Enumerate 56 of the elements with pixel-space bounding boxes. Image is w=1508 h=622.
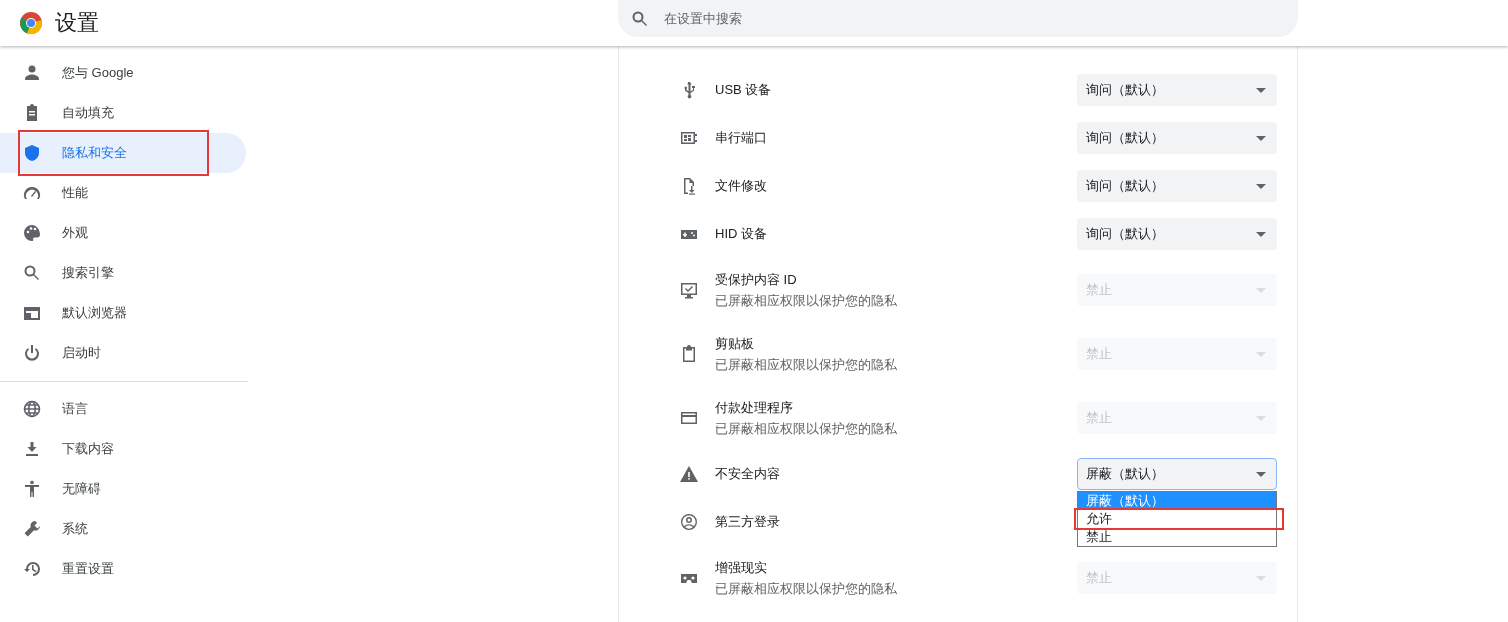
warning-icon — [679, 464, 699, 484]
sidebar-item[interactable]: 性能 — [0, 173, 246, 213]
sidebar-item[interactable]: 语言 — [0, 389, 246, 429]
caret-icon — [1256, 415, 1266, 421]
sidebar-item[interactable]: 启动时 — [0, 333, 246, 373]
wrench-icon — [22, 519, 42, 539]
setting-label: 受保护内容 ID — [715, 270, 797, 289]
caret-icon — [1256, 287, 1266, 293]
setting-label: 付款处理程序 — [715, 398, 793, 417]
caret-icon — [1256, 471, 1266, 477]
browser-logo-icon — [19, 11, 43, 35]
setting-description: 已屏蔽相应权限以保护您的隐私 — [715, 579, 897, 598]
dropdown-option[interactable]: 允许 — [1078, 510, 1276, 528]
sidebar-item[interactable]: 下载内容 — [0, 429, 246, 469]
sidebar-item[interactable]: 系统 — [0, 509, 246, 549]
setting-label: 串行端口 — [715, 129, 767, 147]
setting-description: 已屏蔽相应权限以保护您的隐私 — [715, 355, 897, 374]
power-icon — [22, 343, 42, 363]
setting-label: USB 设备 — [715, 81, 772, 99]
accessibility-icon — [22, 479, 42, 499]
setting-label: 第三方登录 — [715, 513, 780, 531]
sidebar-item[interactable]: 搜索引擎 — [0, 253, 246, 293]
dropdown-option[interactable]: 禁止 — [1078, 528, 1276, 546]
permission-dropdown[interactable]: 询问（默认） — [1077, 218, 1277, 250]
shield-icon — [22, 143, 42, 163]
permission-dropdown[interactable]: 询问（默认） — [1077, 74, 1277, 106]
sidebar-item[interactable]: 隐私和安全 — [0, 133, 246, 173]
caret-icon — [1256, 575, 1266, 581]
permission-dropdown[interactable]: 询问（默认） — [1077, 170, 1277, 202]
sidebar-item[interactable]: 重置设置 — [0, 549, 246, 589]
sidebar-item[interactable]: 您与 Google — [0, 53, 246, 93]
caret-icon — [1256, 87, 1266, 93]
setting-label: 增强现实 — [715, 558, 767, 577]
setting-label: 文件修改 — [715, 177, 767, 195]
palette-icon — [22, 223, 42, 243]
permission-dropdown[interactable]: 屏蔽（默认） — [1077, 458, 1277, 490]
page-title: 设置 — [55, 9, 99, 37]
history-icon — [22, 559, 42, 579]
setting-label: 不安全内容 — [715, 465, 780, 483]
caret-icon — [1256, 231, 1266, 237]
sidebar-item[interactable]: 无障碍 — [0, 469, 246, 509]
setting-label: 剪贴板 — [715, 334, 754, 353]
permission-dropdown[interactable]: 询问（默认） — [1077, 122, 1277, 154]
monitor-check-icon — [679, 280, 699, 300]
setting-description: 已屏蔽相应权限以保护您的隐私 — [715, 291, 897, 310]
caret-icon — [1256, 183, 1266, 189]
sidebar-item[interactable]: 默认浏览器 — [0, 293, 246, 333]
globe-icon — [22, 399, 42, 419]
search-icon — [22, 263, 42, 283]
sidebar-item[interactable]: 外观 — [0, 213, 246, 253]
caret-icon — [1256, 135, 1266, 141]
setting-label: HID 设备 — [715, 225, 767, 243]
caret-icon — [1256, 351, 1266, 357]
sidebar-item[interactable]: 自动填充 — [0, 93, 246, 133]
setting-description: 已屏蔽相应权限以保护您的隐私 — [715, 419, 897, 438]
person-icon — [22, 63, 42, 83]
